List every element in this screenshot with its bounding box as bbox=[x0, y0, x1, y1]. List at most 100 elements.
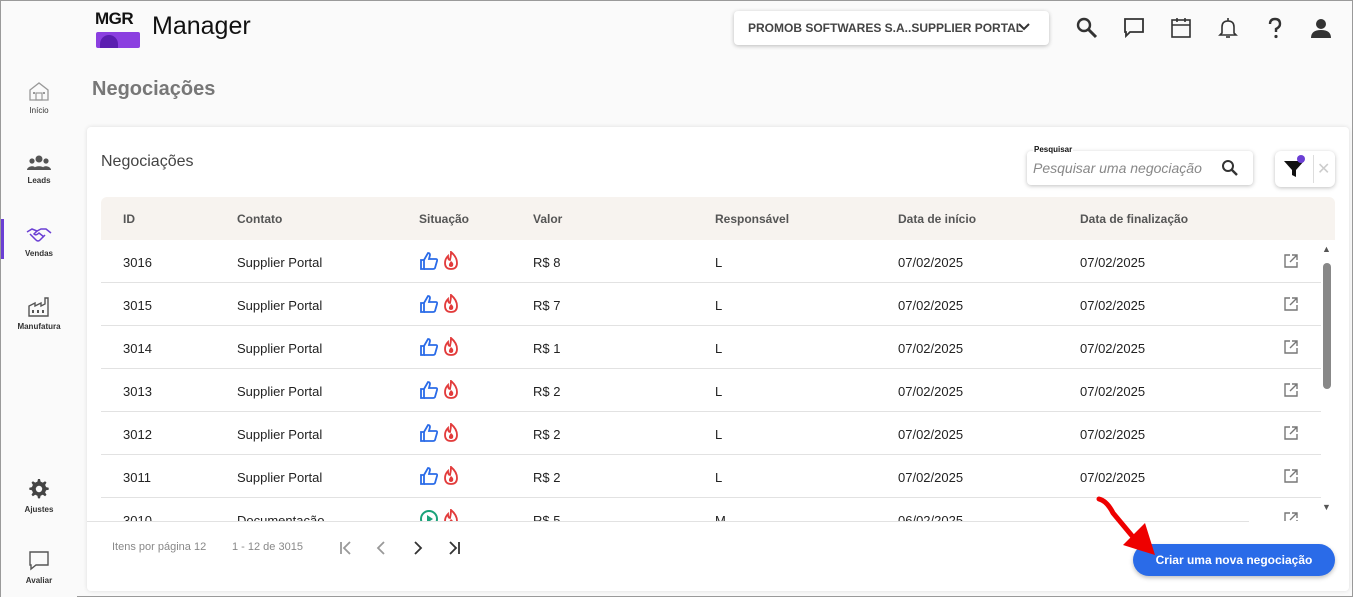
column-header[interactable]: ID bbox=[123, 212, 135, 226]
cell-fim: 07/02/2025 bbox=[1080, 384, 1146, 399]
scroll-up-arrow-icon[interactable]: ▲ bbox=[1322, 244, 1331, 254]
open-external-icon[interactable] bbox=[1284, 297, 1298, 316]
cell-valor: R$ 1 bbox=[533, 341, 561, 356]
cell-id: 3016 bbox=[123, 255, 152, 270]
sidebar-item-label: Início bbox=[29, 105, 49, 115]
sidebar-item-label: Avaliar bbox=[25, 575, 53, 585]
company-selector[interactable]: PROMOB SOFTWARES S.A..SUPPLIER PORTAL bbox=[734, 11, 1049, 45]
open-external-icon[interactable] bbox=[1284, 383, 1298, 402]
cell-inicio: 07/02/2025 bbox=[898, 255, 964, 270]
page-title: Negociações bbox=[92, 78, 216, 100]
fire-icon bbox=[444, 380, 458, 399]
sidebar: Início Leads Vendas Manufatura Ajustes A… bbox=[1, 1, 77, 597]
scrollbar-thumb[interactable] bbox=[1323, 263, 1331, 389]
scroll-down-arrow-icon[interactable]: ▼ bbox=[1322, 502, 1331, 512]
people-icon bbox=[27, 155, 51, 170]
cell-inicio: 07/02/2025 bbox=[898, 298, 964, 313]
column-header[interactable]: Data de início bbox=[898, 212, 976, 226]
fire-icon bbox=[444, 466, 458, 485]
thumbs-up-icon bbox=[420, 338, 439, 356]
factory-icon bbox=[28, 296, 49, 317]
table-row[interactable]: 3016 Supplier Portal R$ 8 L 07/02/2025 07/02/… bbox=[101, 240, 1321, 283]
first-page-icon[interactable] bbox=[336, 538, 356, 558]
search-field[interactable]: Pesquisar bbox=[1027, 145, 1253, 185]
chat-icon[interactable] bbox=[1122, 16, 1146, 40]
cell-contato: Documentação bbox=[237, 513, 325, 521]
search-label: Pesquisar bbox=[1033, 145, 1074, 154]
sidebar-item-leads[interactable]: Leads bbox=[1, 139, 77, 199]
open-external-icon[interactable] bbox=[1284, 426, 1298, 445]
calendar-icon[interactable] bbox=[1169, 16, 1193, 40]
last-page-icon[interactable] bbox=[444, 538, 464, 558]
filter-controls: ✕ bbox=[1275, 151, 1335, 187]
cell-responsavel: L bbox=[715, 341, 723, 356]
cell-inicio: 07/02/2025 bbox=[898, 384, 964, 399]
fire-icon bbox=[444, 423, 458, 442]
play-circle-icon bbox=[420, 510, 438, 521]
table-row[interactable]: 3015 Supplier Portal R$ 7 L 07/02/2025 07/02/… bbox=[101, 283, 1321, 326]
column-header[interactable]: Situação bbox=[419, 212, 469, 226]
open-external-icon[interactable] bbox=[1284, 512, 1298, 521]
sidebar-item-label: Leads bbox=[27, 175, 51, 185]
cell-fim: 07/02/2025 bbox=[1080, 298, 1146, 313]
status-icons bbox=[419, 509, 460, 521]
sidebar-item-label: Vendas bbox=[24, 248, 53, 258]
cell-contato: Supplier Portal bbox=[237, 384, 323, 399]
open-external-icon[interactable] bbox=[1284, 340, 1298, 359]
cell-id: 3013 bbox=[123, 384, 152, 399]
table-row[interactable]: 3011 Supplier Portal R$ 2 L 07/02/2025 07/02/… bbox=[101, 455, 1321, 498]
clear-filter-icon[interactable]: ✕ bbox=[1317, 159, 1330, 179]
cell-contato: Supplier Portal bbox=[237, 255, 323, 270]
column-header[interactable]: Data de finalização bbox=[1080, 212, 1188, 226]
cell-inicio: 07/02/2025 bbox=[898, 470, 964, 485]
search-input[interactable] bbox=[1033, 160, 1221, 176]
table-body: 3016 Supplier Portal R$ 8 L 07/02/2025 07/02/… bbox=[101, 240, 1321, 521]
table-scrollbar[interactable]: ▲ ▼ bbox=[1321, 242, 1333, 522]
column-header[interactable]: Responsável bbox=[715, 212, 789, 226]
column-header[interactable]: Contato bbox=[237, 212, 282, 226]
open-external-icon[interactable] bbox=[1284, 254, 1298, 273]
open-external-icon[interactable] bbox=[1284, 469, 1298, 488]
logo-text: MGR bbox=[95, 9, 134, 28]
status-icons bbox=[419, 380, 460, 400]
cell-id: 3011 bbox=[123, 470, 151, 485]
gear-icon bbox=[29, 478, 49, 498]
cell-valor: R$ 2 bbox=[533, 384, 561, 399]
user-icon[interactable] bbox=[1309, 16, 1333, 40]
thumbs-up-icon bbox=[420, 381, 439, 399]
table-row[interactable]: 3013 Supplier Portal R$ 2 L 07/02/2025 07/02/… bbox=[101, 369, 1321, 412]
sidebar-item-vendas[interactable]: Vendas bbox=[1, 211, 77, 271]
search-icon[interactable] bbox=[1221, 159, 1239, 177]
cell-responsavel: L bbox=[715, 427, 723, 442]
sidebar-item-avaliar[interactable]: Avaliar bbox=[1, 537, 77, 597]
sidebar-item-ajustes[interactable]: Ajustes bbox=[1, 465, 77, 525]
table-row[interactable]: 3014 Supplier Portal R$ 1 L 07/02/2025 07/02/… bbox=[101, 326, 1321, 369]
next-page-icon[interactable] bbox=[408, 538, 428, 558]
status-icons bbox=[419, 337, 460, 357]
cell-valor: R$ 7 bbox=[533, 298, 561, 313]
sidebar-item-manufatura[interactable]: Manufatura bbox=[1, 283, 77, 343]
thumbs-up-icon bbox=[420, 295, 439, 313]
search-icon[interactable] bbox=[1075, 16, 1099, 40]
status-icons bbox=[419, 251, 460, 271]
app-logo[interactable]: MGR bbox=[95, 5, 141, 49]
cell-contato: Supplier Portal bbox=[237, 470, 323, 485]
chevron-down-icon bbox=[1018, 23, 1030, 31]
cell-inicio: 07/02/2025 bbox=[898, 427, 964, 442]
sidebar-item-label: Manufatura bbox=[17, 321, 61, 331]
fire-icon bbox=[444, 509, 458, 521]
help-icon[interactable] bbox=[1263, 16, 1287, 40]
create-negotiation-button[interactable]: Criar uma nova negociação bbox=[1133, 544, 1335, 576]
feedback-icon bbox=[29, 550, 49, 570]
table-row[interactable]: 3012 Supplier Portal R$ 2 L 07/02/2025 07/02/… bbox=[101, 412, 1321, 455]
cell-responsavel: L bbox=[715, 384, 723, 399]
cell-valor: R$ 2 bbox=[533, 427, 561, 442]
sidebar-item-inicio[interactable]: Início bbox=[1, 67, 77, 127]
bell-icon[interactable] bbox=[1216, 16, 1240, 40]
column-header[interactable]: Valor bbox=[533, 212, 562, 226]
cell-id: 3012 bbox=[123, 427, 152, 442]
fire-icon bbox=[444, 251, 458, 270]
status-icons bbox=[419, 466, 460, 486]
previous-page-icon[interactable] bbox=[371, 538, 391, 558]
cell-responsavel: L bbox=[715, 298, 723, 313]
